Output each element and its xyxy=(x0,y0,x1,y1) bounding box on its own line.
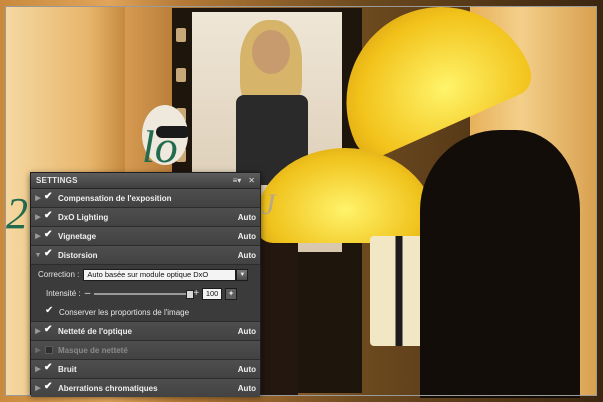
correction-label: Correction : xyxy=(38,270,80,279)
section-vignetting[interactable]: ▶ Vignetage Auto xyxy=(31,227,260,246)
intensity-value-field[interactable]: 100 xyxy=(202,287,223,300)
intensity-label: Intensité : xyxy=(46,289,81,298)
menu-icon[interactable]: ≡▾ xyxy=(233,176,242,185)
section-status: Auto xyxy=(237,364,256,374)
section-status: Auto xyxy=(237,383,256,393)
section-status: Auto xyxy=(237,231,256,241)
enable-checkbox[interactable] xyxy=(44,381,53,392)
section-exposure-compensation[interactable]: ▶ Compensation de l'exposition xyxy=(31,189,260,208)
keep-proportions-label: Conserver les proportions de l'image xyxy=(59,307,190,317)
expand-arrow-icon[interactable]: ▶ xyxy=(31,213,45,221)
section-label: Distorsion xyxy=(58,250,98,260)
section-status: Auto xyxy=(237,212,256,222)
keep-proportions-checkbox[interactable] xyxy=(45,305,54,316)
settings-panel: SETTINGS ≡▾ ✕ ▶ Compensation de l'exposi… xyxy=(30,172,261,397)
section-label: DxO Lighting xyxy=(58,212,109,222)
chevron-down-icon[interactable]: ▼ xyxy=(236,268,249,281)
expand-arrow-icon[interactable]: ▶ xyxy=(31,194,45,202)
section-noise[interactable]: ▶ Bruit Auto xyxy=(31,360,260,379)
section-distortion[interactable]: ▼ Distorsion Auto xyxy=(31,246,260,265)
close-icon[interactable]: ✕ xyxy=(248,176,255,185)
slider-handle[interactable] xyxy=(186,289,195,299)
expand-arrow-icon[interactable]: ▶ xyxy=(31,384,45,392)
enable-checkbox[interactable] xyxy=(44,324,53,335)
section-label: Vignetage xyxy=(58,231,97,241)
section-label: Bruit xyxy=(58,364,77,374)
section-label: Netteté de l'optique xyxy=(58,326,132,336)
correction-line: Correction : Auto basée sur module optiq… xyxy=(31,265,260,284)
section-lens-sharpness[interactable]: ▶ Netteté de l'optique Auto xyxy=(31,322,260,341)
distortion-subpanel: Correction : Auto basée sur module optiq… xyxy=(31,265,260,322)
expand-arrow-icon[interactable]: ▶ xyxy=(31,346,45,354)
section-dxo-lighting[interactable]: ▶ DxO Lighting Auto xyxy=(31,208,260,227)
section-unsharp-mask[interactable]: ▶ Masque de netteté xyxy=(31,341,260,360)
enable-checkbox[interactable] xyxy=(44,210,53,221)
section-label: Masque de netteté xyxy=(58,345,128,355)
section-chromatic-aberrations[interactable]: ▶ Aberrations chromatiques Auto xyxy=(31,379,260,397)
correction-select[interactable]: Auto basée sur module optique DxO xyxy=(83,268,237,281)
collapse-arrow-icon[interactable]: ▼ xyxy=(31,252,45,259)
section-status: Auto xyxy=(237,250,256,260)
intensity-decrease-button[interactable]: – xyxy=(85,288,91,299)
intensity-line: Intensité : – + 100 ✦ xyxy=(31,284,260,303)
section-label: Compensation de l'exposition xyxy=(58,193,172,203)
panel-title: SETTINGS xyxy=(36,176,78,185)
section-status: Auto xyxy=(237,326,256,336)
enable-checkbox[interactable] xyxy=(45,346,53,354)
enable-checkbox[interactable] xyxy=(44,248,53,259)
keep-proportions-line: Conserver les proportions de l'image xyxy=(31,303,260,321)
enable-checkbox[interactable] xyxy=(44,362,53,373)
settings-panel-header[interactable]: SETTINGS ≡▾ ✕ xyxy=(31,173,260,189)
intensity-slider[interactable] xyxy=(94,289,195,299)
expand-arrow-icon[interactable]: ▶ xyxy=(31,232,45,240)
magic-wand-icon[interactable]: ✦ xyxy=(225,287,238,300)
expand-arrow-icon[interactable]: ▶ xyxy=(31,365,45,373)
section-label: Aberrations chromatiques xyxy=(58,383,158,393)
enable-checkbox[interactable] xyxy=(44,229,53,240)
enable-checkbox[interactable] xyxy=(44,191,53,202)
expand-arrow-icon[interactable]: ▶ xyxy=(31,327,45,335)
